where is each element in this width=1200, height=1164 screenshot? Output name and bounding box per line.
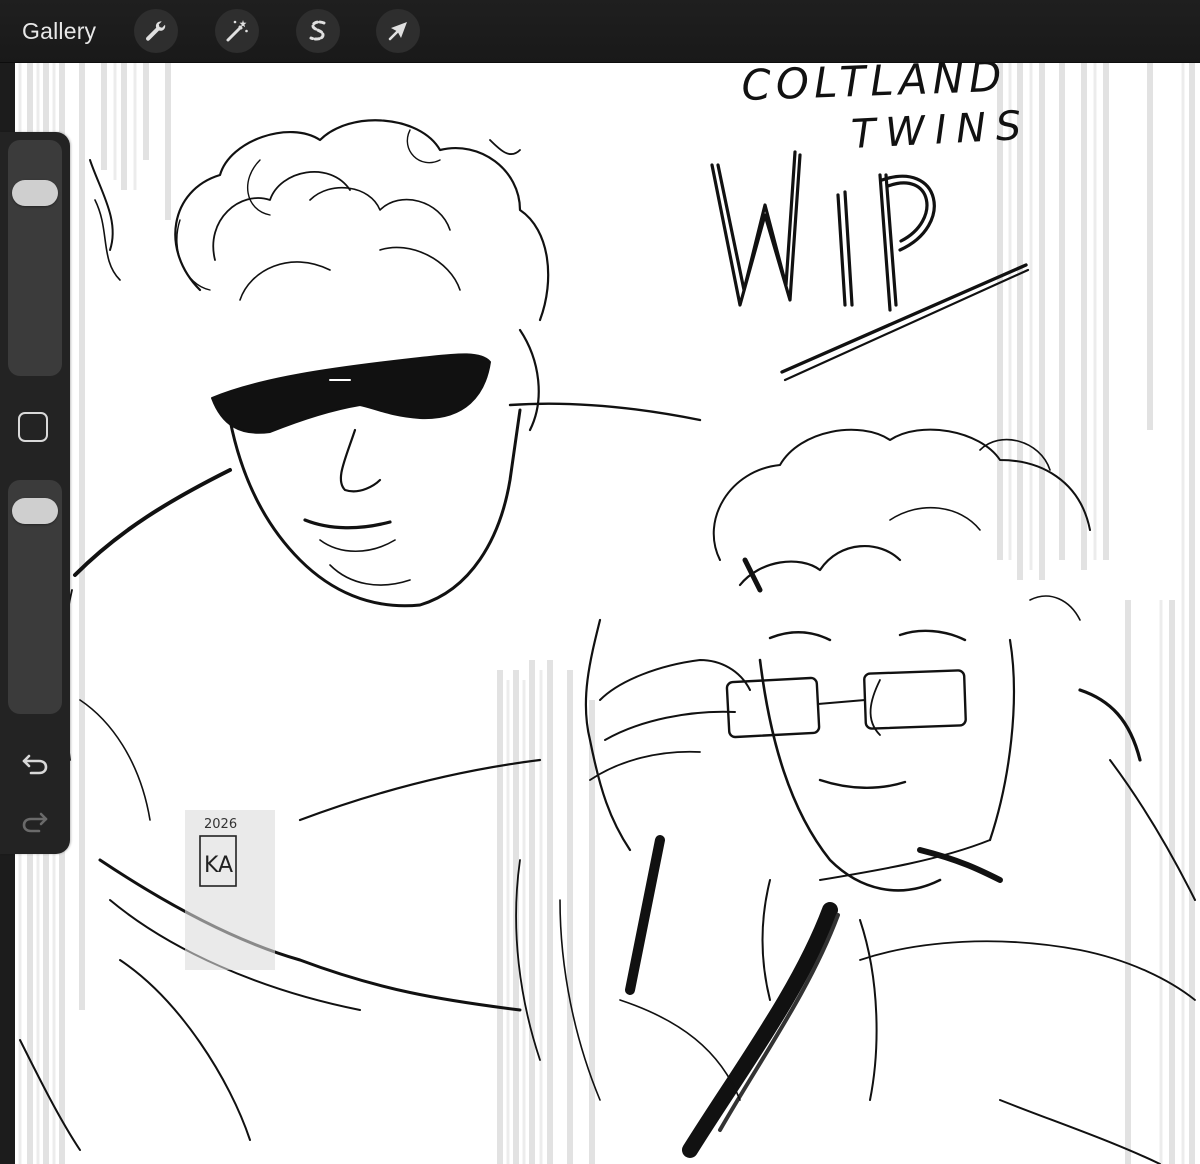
magic-wand-icon	[226, 20, 248, 42]
signature-initials: KA	[204, 853, 233, 878]
undo-arrow-icon	[22, 754, 48, 775]
redo-button[interactable]	[19, 804, 51, 836]
left-figure-sketch	[19, 119, 702, 1151]
redo-arrow-icon	[22, 812, 48, 833]
title-line-2: TWINS	[850, 103, 1022, 158]
brush-size-thumb[interactable]	[12, 180, 58, 207]
left-sidebar	[0, 132, 70, 854]
gallery-button[interactable]: Gallery	[22, 14, 96, 48]
sketch-artwork: COLTLAND TWINS 2026 KA	[18, 62, 1196, 1164]
undo-button[interactable]	[19, 746, 51, 778]
adjustments-button[interactable]	[215, 9, 259, 53]
wrench-icon	[146, 21, 166, 41]
actions-button[interactable]	[134, 9, 178, 53]
opacity-thumb[interactable]	[12, 498, 58, 524]
top-toolbar: Gallery	[0, 0, 1200, 63]
title-lettering: COLTLAND TWINS	[710, 62, 1030, 382]
transform-button[interactable]	[376, 9, 420, 53]
signature-year: 2026	[204, 817, 237, 832]
background-stripes	[27, 62, 1195, 1164]
brush-size-slider[interactable]	[8, 140, 62, 376]
arrow-cursor-icon	[388, 22, 407, 41]
right-figure-sketch	[515, 428, 1196, 1164]
signature: 2026 KA	[185, 810, 275, 970]
procreate-app: Gallery COLTLAND TWINS 2026 KA	[0, 0, 1200, 1164]
title-line-1: COLTLAND	[741, 62, 1003, 110]
modify-button[interactable]	[18, 412, 48, 442]
opacity-slider[interactable]	[8, 480, 62, 714]
selection-button[interactable]	[296, 9, 340, 53]
selection-s-icon	[309, 20, 326, 41]
drawing-canvas[interactable]: COLTLAND TWINS 2026 KA	[15, 62, 1200, 1164]
